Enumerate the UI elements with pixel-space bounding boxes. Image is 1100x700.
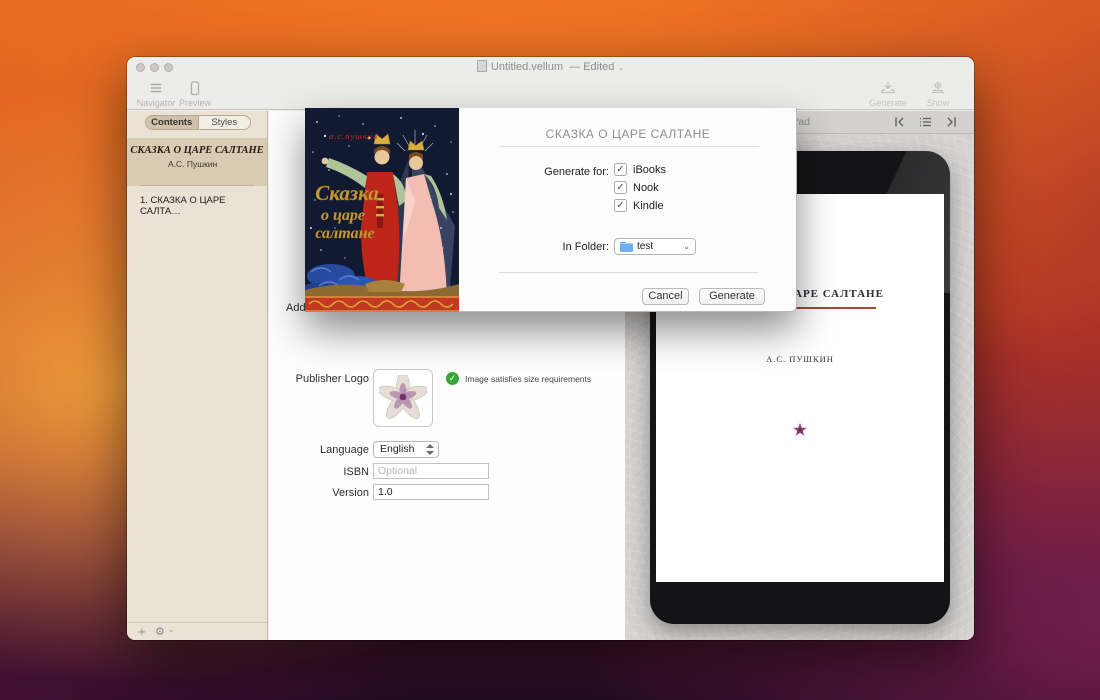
publisher-logo-well[interactable] — [373, 369, 433, 427]
divider — [140, 185, 254, 186]
nook-checkbox[interactable]: ✓ — [614, 181, 627, 194]
kindle-checkbox[interactable]: ✓ — [614, 199, 627, 212]
chevron-down-icon: ⌄ — [683, 242, 690, 251]
version-label: Version — [244, 487, 369, 499]
book-author: А.С. Пушкин — [168, 159, 267, 169]
book-cover-image: а.с.пушкин Сказка о царе салтане — [305, 108, 459, 312]
chevron-down-icon[interactable]: ⌄ — [617, 63, 624, 72]
vellum-app-window: Untitled.vellum — Edited⌄ Navigator Prev… — [127, 57, 974, 640]
document-proxy-icon — [477, 60, 487, 72]
preview-page-author: А.С. ПУШКИН — [656, 354, 944, 364]
nook-label: Nook — [633, 182, 659, 194]
ibooks-label: iBooks — [633, 164, 666, 176]
ibooks-checkbox[interactable]: ✓ — [614, 163, 627, 176]
desktop-wallpaper: Untitled.vellum — Edited⌄ Navigator Prev… — [0, 0, 1100, 700]
sidebar-item-chapter-1[interactable]: 1. СКАЗКА О ЦАРЕ САЛТА… — [140, 195, 267, 217]
language-select[interactable]: English — [373, 441, 439, 458]
title-bar: Untitled.vellum — Edited⌄ — [127, 57, 974, 77]
platform-row-kindle: ✓ Kindle — [614, 199, 664, 212]
folder-dropdown[interactable]: test ⌄ — [614, 238, 696, 255]
folder-icon — [620, 242, 633, 252]
divider — [499, 146, 759, 147]
publisher-logo-flower-image — [379, 375, 427, 421]
isbn-input[interactable] — [373, 463, 489, 479]
edited-status: — Edited — [569, 61, 614, 73]
generate-button[interactable]: Generate — [864, 81, 912, 108]
sidebar-footer: + ⚙ ⌄ — [127, 622, 267, 640]
folder-value: test — [637, 241, 653, 252]
show-label: Show — [927, 98, 950, 108]
logo-status-text: Image satisfies size requirements — [465, 374, 591, 384]
show-icon — [920, 81, 956, 97]
navigator-label: Navigator — [137, 98, 176, 108]
version-input[interactable] — [373, 484, 489, 500]
sidebar-item-book-header[interactable]: СКАЗКА О ЦАРЕ САЛТАНЕ А.С. Пушкин — [127, 138, 267, 186]
cover-title-line3: салтане — [315, 225, 374, 242]
preview-icon — [173, 81, 217, 97]
toolbar: Navigator Preview Generate Show — [127, 77, 974, 110]
sidebar-tabs: Contents Styles — [145, 115, 251, 130]
tab-styles[interactable]: Styles — [199, 116, 251, 129]
contents-list-icon[interactable] — [919, 116, 932, 128]
size-ok-badge-icon: ✓ — [446, 372, 459, 385]
language-value: English — [380, 443, 414, 455]
chevron-down-icon: ⌄ — [168, 625, 175, 634]
last-page-icon[interactable] — [945, 116, 957, 128]
generate-icon — [864, 81, 912, 97]
preview-label: Preview — [179, 98, 211, 108]
platform-row-nook: ✓ Nook — [614, 181, 659, 194]
show-button[interactable]: Show — [920, 81, 956, 108]
language-label: Language — [244, 444, 369, 456]
book-title: СКАЗКА О ЦАРЕ САЛТАНЕ — [127, 145, 267, 156]
publisher-logo-label: Publisher Logo — [244, 373, 369, 385]
sheet-generate-button[interactable]: Generate — [699, 288, 765, 305]
generate-label: Generate — [869, 98, 907, 108]
platform-row-ibooks: ✓ iBooks — [614, 163, 666, 176]
generate-sheet-dialog: а.с.пушкин Сказка о царе салтане СКАЗКА … — [305, 108, 797, 312]
cover-author-text: а.с.пушкин — [329, 131, 378, 141]
gear-icon[interactable]: ⚙ — [155, 625, 165, 638]
cover-title-line1: Сказка — [315, 181, 378, 205]
isbn-label: ISBN — [244, 466, 369, 478]
tab-contents[interactable]: Contents — [146, 116, 198, 129]
add-chapter-button[interactable]: + — [138, 624, 146, 639]
first-page-icon[interactable] — [894, 116, 906, 128]
kindle-label: Kindle — [633, 200, 664, 212]
cancel-button[interactable]: Cancel — [642, 288, 689, 305]
generate-for-label: Generate for: — [479, 166, 609, 178]
cover-title-line2: о царе — [321, 207, 365, 224]
preview-button[interactable]: Preview — [173, 81, 217, 108]
page-flower-ornament-icon — [792, 422, 808, 438]
sheet-title: СКАЗКА О ЦАРЕ САЛТАНЕ — [460, 127, 796, 141]
stepper-arrows-icon — [426, 444, 435, 455]
in-folder-label: In Folder: — [479, 241, 609, 253]
divider — [499, 272, 759, 273]
document-name: Untitled.vellum — [491, 61, 563, 73]
window-title: Untitled.vellum — Edited⌄ — [127, 60, 974, 73]
